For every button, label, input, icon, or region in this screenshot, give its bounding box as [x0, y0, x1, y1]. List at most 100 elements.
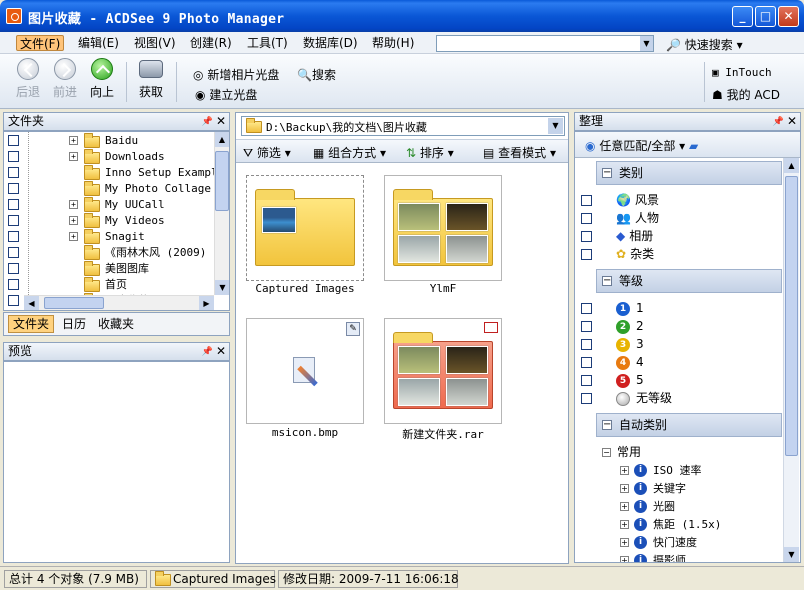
tab-folders[interactable]: 文件夹	[8, 315, 55, 333]
tree-vertical-scrollbar[interactable]: ▲ ▼	[214, 132, 229, 295]
folder-checkbox[interactable]	[8, 183, 19, 194]
folder-checkbox[interactable]	[8, 295, 19, 306]
expand-plus-icon[interactable]: +	[69, 232, 78, 241]
expand-plus-icon[interactable]: +	[69, 152, 78, 161]
folder-checkbox[interactable]	[8, 263, 19, 274]
forward-button[interactable]: 前进	[48, 58, 82, 100]
auto-category-item[interactable]: + i ISO 速率	[620, 461, 702, 479]
category-item[interactable]: 🌍 风景	[616, 191, 659, 209]
menu-create[interactable]: 创建(R)	[187, 35, 235, 51]
scroll-thumb[interactable]	[215, 151, 229, 211]
minimize-button[interactable]: _	[732, 6, 753, 27]
folder-checkbox[interactable]	[8, 215, 19, 226]
rating-item[interactable]: 22	[616, 317, 644, 335]
up-button[interactable]: 向上	[85, 58, 119, 100]
collapse-minus-icon[interactable]: −	[602, 276, 612, 286]
rating-item[interactable]: 55	[616, 371, 644, 389]
path-combobox[interactable]: D:\Backup\我的文档\图片收藏 ▼	[241, 116, 565, 136]
scroll-thumb[interactable]	[785, 176, 798, 456]
expand-plus-icon[interactable]: +	[620, 538, 629, 547]
folder-checkbox[interactable]	[8, 151, 19, 162]
scroll-left-icon[interactable]: ◀	[24, 296, 39, 310]
auto-category-item[interactable]: + i 关键字	[620, 479, 686, 497]
row-checkbox[interactable]	[581, 249, 592, 260]
category-item[interactable]: ✿ 杂类	[616, 245, 654, 263]
pin-icon[interactable]: 📌	[202, 114, 213, 131]
pin-icon[interactable]: 📌	[773, 114, 784, 131]
auto-category-item[interactable]: + i 光圈	[620, 497, 675, 515]
auto-categories-section-header[interactable]: − 自动类别	[596, 413, 782, 437]
close-button[interactable]: ✕	[778, 6, 799, 27]
row-checkbox[interactable]	[581, 321, 592, 332]
row-checkbox[interactable]	[581, 195, 592, 206]
close-panel-icon[interactable]: ✕	[787, 113, 797, 130]
expand-plus-icon[interactable]: +	[620, 502, 629, 511]
search-button[interactable]: 🔍搜索	[297, 66, 336, 83]
row-checkbox[interactable]	[581, 231, 592, 242]
close-panel-icon[interactable]: ✕	[216, 343, 226, 360]
file-item-captured-images[interactable]	[246, 175, 364, 281]
filter-button[interactable]: ⛛ 筛选 ▾	[243, 144, 291, 161]
organize-scrollbar[interactable]: ▲ ▼	[783, 158, 799, 562]
auto-category-item[interactable]: + i 快门速度	[620, 533, 697, 551]
expand-plus-icon[interactable]: +	[69, 136, 78, 145]
tree-horizontal-scrollbar[interactable]: ◀ ▶	[24, 295, 214, 310]
folder-checkbox[interactable]	[8, 135, 19, 146]
rating-item[interactable]: 11	[616, 299, 644, 317]
quick-search-dropdown-icon[interactable]: ▼	[640, 36, 653, 51]
ratings-section-header[interactable]: − 等级	[596, 269, 782, 293]
no-rating-item[interactable]: 无等级	[616, 389, 672, 407]
menu-edit[interactable]: 编辑(E)	[75, 35, 122, 51]
folder-checkbox[interactable]	[8, 247, 19, 258]
scroll-right-icon[interactable]: ▶	[199, 296, 214, 310]
folder-checkbox[interactable]	[8, 199, 19, 210]
expand-plus-icon[interactable]: +	[620, 520, 629, 529]
collapse-minus-icon[interactable]: −	[602, 168, 612, 178]
expand-plus-icon[interactable]: +	[69, 216, 78, 225]
close-panel-icon[interactable]: ✕	[216, 113, 226, 130]
rating-item[interactable]: 33	[616, 335, 644, 353]
row-checkbox[interactable]	[581, 375, 592, 386]
collapse-minus-icon[interactable]: −	[602, 448, 611, 457]
menu-view[interactable]: 视图(V)	[131, 35, 179, 51]
folder-checkbox[interactable]	[8, 279, 19, 290]
rating-item[interactable]: 44	[616, 353, 644, 371]
menu-file[interactable]: 文件(F)	[16, 35, 65, 51]
row-checkbox[interactable]	[581, 303, 592, 314]
file-item-ylmf[interactable]	[384, 175, 502, 281]
pin-icon[interactable]: 📌	[202, 344, 213, 361]
sort-button[interactable]: ⇅ 排序 ▾	[406, 144, 454, 161]
row-checkbox[interactable]	[581, 213, 592, 224]
acquire-button[interactable]: 获取	[134, 58, 168, 100]
folder-checkbox[interactable]	[8, 231, 19, 242]
expand-plus-icon[interactable]: +	[620, 466, 629, 475]
categories-section-header[interactable]: − 类别	[596, 161, 782, 185]
row-checkbox[interactable]	[581, 393, 592, 404]
scroll-thumb[interactable]	[44, 297, 104, 309]
expand-plus-icon[interactable]: +	[620, 484, 629, 493]
menu-database[interactable]: 数据库(D)	[300, 35, 361, 51]
view-mode-button[interactable]: ▤ 查看模式 ▾	[483, 144, 556, 161]
auto-category-item[interactable]: + i 摄影师	[620, 551, 686, 562]
category-item[interactable]: ◆ 相册	[616, 227, 653, 245]
collapse-minus-icon[interactable]: −	[602, 420, 612, 430]
match-mode-dropdown[interactable]: ◉ 任意匹配/全部 ▾ ▰	[585, 137, 698, 154]
menu-tools[interactable]: 工具(T)	[244, 35, 291, 51]
row-checkbox[interactable]	[581, 339, 592, 350]
scroll-down-icon[interactable]: ▼	[784, 547, 799, 562]
tab-favorites[interactable]: 收藏夹	[98, 316, 134, 332]
file-item-rar-archive[interactable]	[384, 318, 502, 424]
expand-plus-icon[interactable]: +	[69, 200, 78, 209]
back-button[interactable]: 后退	[11, 58, 45, 100]
auto-category-group[interactable]: − 常用	[602, 443, 641, 461]
my-acd-button[interactable]: ☗ 我的 ACD	[712, 86, 780, 103]
new-photo-cd-button[interactable]: ◎ 新增相片光盘	[193, 66, 279, 83]
category-item[interactable]: 👥 人物	[616, 209, 659, 227]
tab-calendar[interactable]: 日历	[62, 316, 86, 332]
menu-help[interactable]: 帮助(H)	[369, 35, 417, 51]
file-item-msicon-bmp[interactable]: ✎	[246, 318, 364, 424]
scroll-up-icon[interactable]: ▲	[215, 132, 229, 147]
expand-plus-icon[interactable]: +	[620, 556, 629, 562]
path-dropdown-icon[interactable]: ▼	[548, 118, 563, 134]
build-cd-button[interactable]: ◉ 建立光盘	[195, 86, 257, 103]
